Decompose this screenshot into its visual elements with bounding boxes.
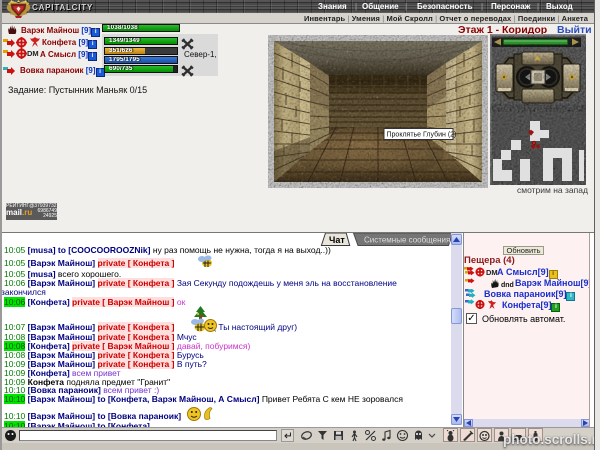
svg-text:DM: DM bbox=[486, 268, 498, 277]
svg-text:Чат: Чат bbox=[329, 235, 345, 245]
svg-text:Проклятье Глубин (2): Проклятье Глубин (2) bbox=[387, 131, 457, 139]
svg-text:dnd: dnd bbox=[501, 282, 514, 289]
svg-text:Системные сообщения: Системные сообщения bbox=[364, 236, 450, 245]
